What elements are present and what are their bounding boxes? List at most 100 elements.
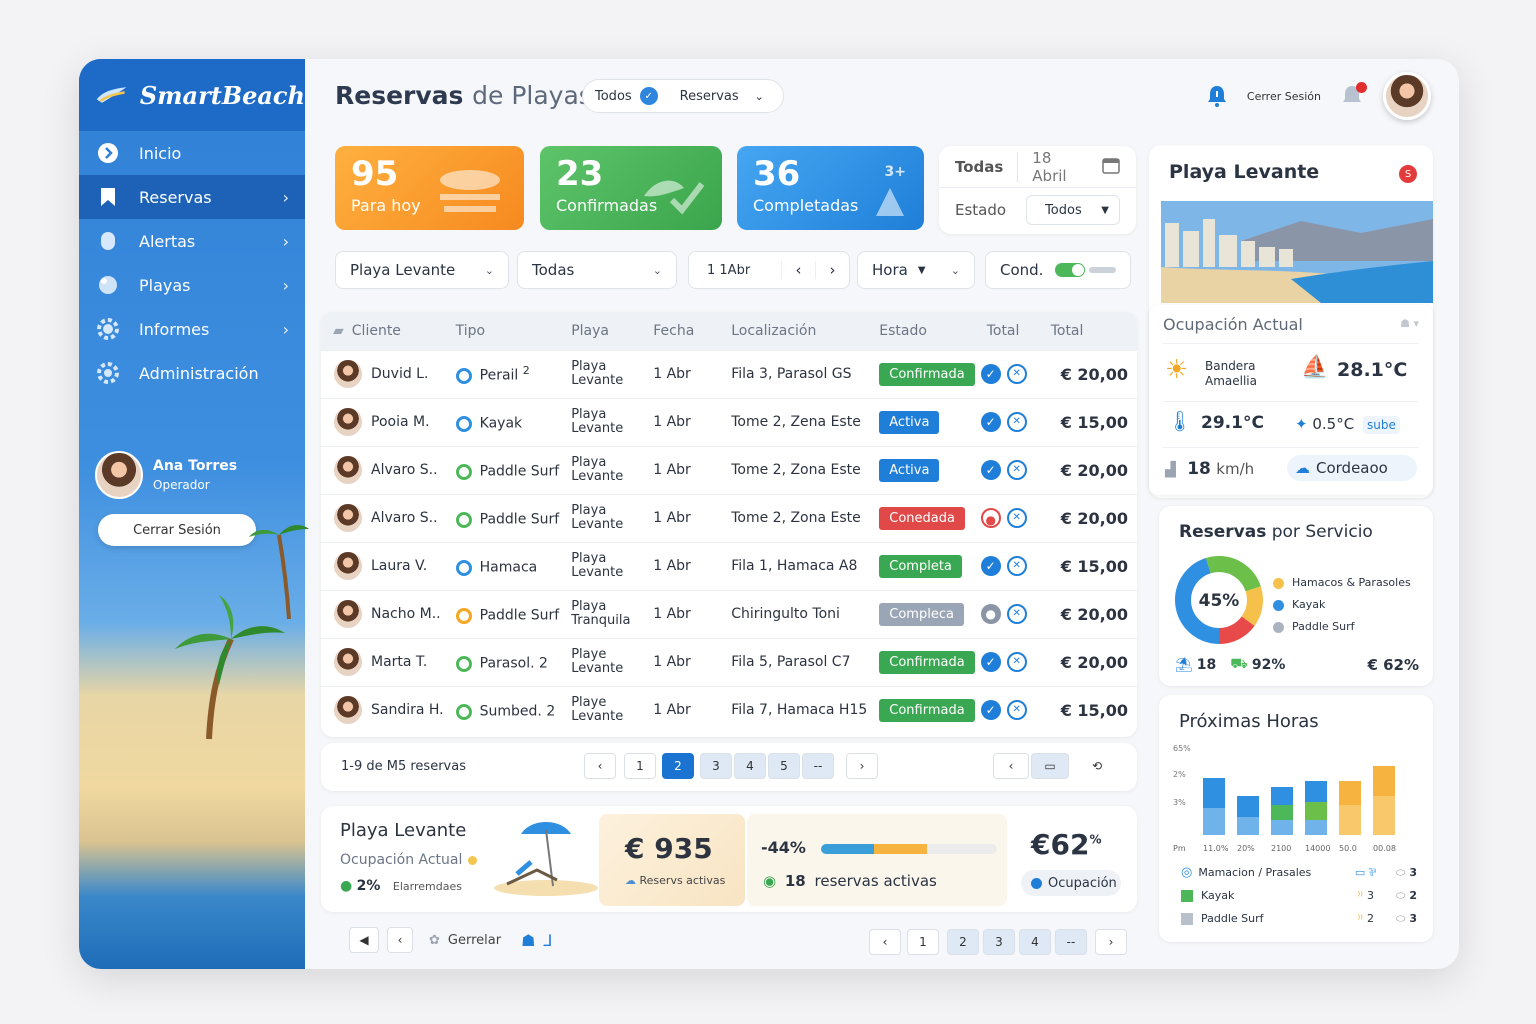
table-row[interactable]: Alvaro S.. Paddle Surf Playa Levante 1 Abr T… bbox=[321, 445, 1137, 494]
col-localizacion[interactable]: Localización bbox=[719, 312, 868, 350]
sidebar-item-administracion[interactable]: Administración bbox=[79, 351, 305, 395]
next-page-button[interactable]: › bbox=[846, 753, 878, 779]
cell-total: € 20,00 bbox=[1038, 445, 1137, 494]
col-fecha[interactable]: Fecha bbox=[641, 312, 720, 350]
table-row[interactable]: Laura V. Hamaca Playa Levante 1 Abr Fila 1, … bbox=[321, 541, 1137, 590]
footer-page-4[interactable]: 4 bbox=[1019, 929, 1051, 955]
page-2-button[interactable]: 2 bbox=[662, 753, 694, 779]
logout-button[interactable]: Cerrar Sesión bbox=[98, 514, 256, 546]
notification-bell-icon[interactable] bbox=[1339, 81, 1367, 110]
footer-next-page[interactable]: › bbox=[1095, 929, 1127, 955]
col-total-actions[interactable]: Total bbox=[974, 312, 1039, 350]
check-circle-icon[interactable]: ✓ bbox=[980, 556, 1001, 576]
brand[interactable]: SmartBeach bbox=[79, 59, 305, 131]
swatch-icon: ⬭ bbox=[1395, 912, 1406, 925]
page-4-button[interactable]: 4 bbox=[734, 753, 766, 779]
umbrella-icon bbox=[440, 170, 500, 212]
beach-select[interactable]: Playa Levante ⌄ bbox=[335, 251, 509, 289]
table-row[interactable]: Marta T. Parasol. 2 Playe Levante 1 Abr Fila… bbox=[321, 637, 1137, 686]
refresh-button[interactable]: ⟲ bbox=[1079, 753, 1115, 779]
col-estado[interactable]: Estado bbox=[867, 312, 975, 350]
toggle-switch[interactable] bbox=[1055, 263, 1085, 277]
table-row[interactable]: Nacho M.. Paddle Surf Playa Tranquila 1 Abr… bbox=[321, 589, 1137, 638]
prev-view-button[interactable]: ‹ bbox=[993, 753, 1029, 779]
client-name: Pooia M. bbox=[371, 414, 430, 430]
stat-card-completed[interactable]: 36 Completadas 3+ bbox=[737, 146, 924, 230]
estado-select[interactable]: Todos ▼ bbox=[1026, 195, 1120, 225]
cancel-circle-icon[interactable]: ✕ bbox=[1006, 364, 1027, 384]
manage-link[interactable]: Gerrelar bbox=[448, 933, 501, 948]
cancel-circle-icon[interactable]: ✕ bbox=[1006, 652, 1027, 672]
type-select[interactable]: Todas ⌄ bbox=[517, 251, 677, 289]
sidebar-item-alertas[interactable]: Alertas › bbox=[79, 219, 305, 263]
cancel-circle-icon[interactable]: ✕ bbox=[1006, 700, 1027, 721]
table-row[interactable]: Sandira H. Sumbed. 2 Playe Levante 1 Abr Fil… bbox=[321, 685, 1137, 734]
next-date-button[interactable]: › bbox=[815, 261, 849, 279]
date-stepper[interactable]: 1 1Abr ‹ › bbox=[688, 251, 850, 289]
footer-page-1[interactable]: 1 bbox=[907, 929, 939, 955]
beach-card-badge[interactable]: S bbox=[1399, 165, 1417, 183]
location-chip[interactable]: ☁ Cordeaoo bbox=[1287, 455, 1417, 481]
sidebar-item-inicio[interactable]: Inicio bbox=[79, 131, 305, 175]
page-3-button[interactable]: 3 bbox=[700, 753, 732, 779]
palm-tree-illustration bbox=[249, 525, 309, 619]
cancel-circle-icon[interactable]: ✕ bbox=[1006, 460, 1027, 480]
occupancy-pill[interactable]: Ocupación bbox=[1021, 870, 1121, 896]
cancel-circle-icon[interactable]: ✕ bbox=[1006, 508, 1027, 528]
list-view-button[interactable]: ▭ bbox=[1031, 753, 1069, 779]
sidebar-item-reservas[interactable]: Reservas › bbox=[79, 175, 305, 219]
all-label[interactable]: Todas bbox=[955, 158, 1003, 176]
boot-icon[interactable]: ⅃ bbox=[543, 931, 552, 950]
back-button[interactable]: ◀ bbox=[349, 927, 379, 953]
footer-prev-page[interactable]: ‹ bbox=[869, 929, 901, 955]
sidebar-item-informes[interactable]: Informes › bbox=[79, 307, 305, 351]
prev-button[interactable]: ‹ bbox=[387, 927, 413, 953]
footer-page-2[interactable]: 2 bbox=[947, 929, 979, 955]
session-link[interactable]: Cerrer Sesión bbox=[1247, 90, 1321, 103]
bell-icon[interactable] bbox=[1205, 84, 1229, 108]
table-row[interactable]: Duvid L. Perail 2 Playa Levante 1 Abr Fila 3,… bbox=[321, 349, 1137, 398]
table-row[interactable]: Alvaro S.. Paddle Surf Playa Levante 1 Abr T… bbox=[321, 493, 1137, 542]
avatar bbox=[95, 451, 143, 499]
check-circle-icon[interactable]: ✓ bbox=[980, 700, 1001, 721]
cond-toggle[interactable]: Cond. bbox=[985, 251, 1131, 289]
stat-card-today[interactable]: 95 Para hoy bbox=[335, 146, 524, 230]
cell-total: € 15,00 bbox=[1038, 397, 1137, 446]
stat-card-confirmed[interactable]: 23 Confirmadas bbox=[540, 146, 722, 230]
user-profile[interactable]: Ana Torres Operador bbox=[95, 451, 237, 499]
date-value[interactable]: 18 Abril bbox=[1032, 149, 1088, 185]
page-more-button[interactable]: -- bbox=[802, 753, 834, 779]
status-badge: Activa bbox=[879, 458, 940, 482]
hours-card-title: Próximas Horas bbox=[1179, 711, 1319, 732]
circle-icon[interactable]: ● bbox=[980, 604, 1001, 624]
check-circle-icon[interactable]: ✓ bbox=[980, 412, 1001, 432]
check-circle-icon[interactable]: ✓ bbox=[980, 460, 1001, 480]
cell-fecha: 1 Abr bbox=[641, 637, 720, 686]
filter-icon[interactable]: ☗ ▾ bbox=[1400, 317, 1419, 330]
check-circle-icon[interactable]: ✓ bbox=[980, 652, 1001, 672]
cancel-circle-icon[interactable]: ✕ bbox=[1006, 412, 1027, 432]
cancel-circle-icon[interactable]: ✕ bbox=[1006, 604, 1027, 624]
header-filter-pill[interactable]: Todos ✓ Reservas ⌄ bbox=[582, 79, 784, 113]
col-playa[interactable]: Playa bbox=[559, 312, 642, 350]
check-circle-icon[interactable]: ✓ bbox=[980, 364, 1001, 384]
col-total[interactable]: Total bbox=[1038, 312, 1137, 350]
bot-icon[interactable]: ☗ bbox=[521, 931, 535, 950]
time-select[interactable]: Hora ▼ ⌄ bbox=[857, 251, 975, 289]
umbrella-icon: ⛱ bbox=[1175, 657, 1193, 673]
record-icon[interactable]: ● bbox=[980, 508, 1001, 528]
cancel-circle-icon[interactable]: ✕ bbox=[1006, 556, 1027, 576]
col-cliente[interactable]: ▰ Cliente bbox=[321, 312, 444, 350]
footer-page-3[interactable]: 3 bbox=[983, 929, 1015, 955]
prev-date-button[interactable]: ‹ bbox=[781, 261, 815, 279]
page-1-button[interactable]: 1 bbox=[624, 753, 656, 779]
page-5-button[interactable]: 5 bbox=[768, 753, 800, 779]
table-row[interactable]: Pooia M. Kayak Playa Levante 1 Abr Tome 2, Z… bbox=[321, 397, 1137, 446]
header-avatar[interactable] bbox=[1383, 72, 1431, 120]
sun-dot-icon bbox=[468, 856, 477, 865]
calendar-icon[interactable] bbox=[1102, 156, 1120, 178]
sidebar-item-playas[interactable]: Playas › bbox=[79, 263, 305, 307]
prev-page-button[interactable]: ‹ bbox=[584, 753, 616, 779]
footer-page-more[interactable]: -- bbox=[1055, 929, 1087, 955]
col-tipo[interactable]: Tipo bbox=[443, 312, 560, 350]
